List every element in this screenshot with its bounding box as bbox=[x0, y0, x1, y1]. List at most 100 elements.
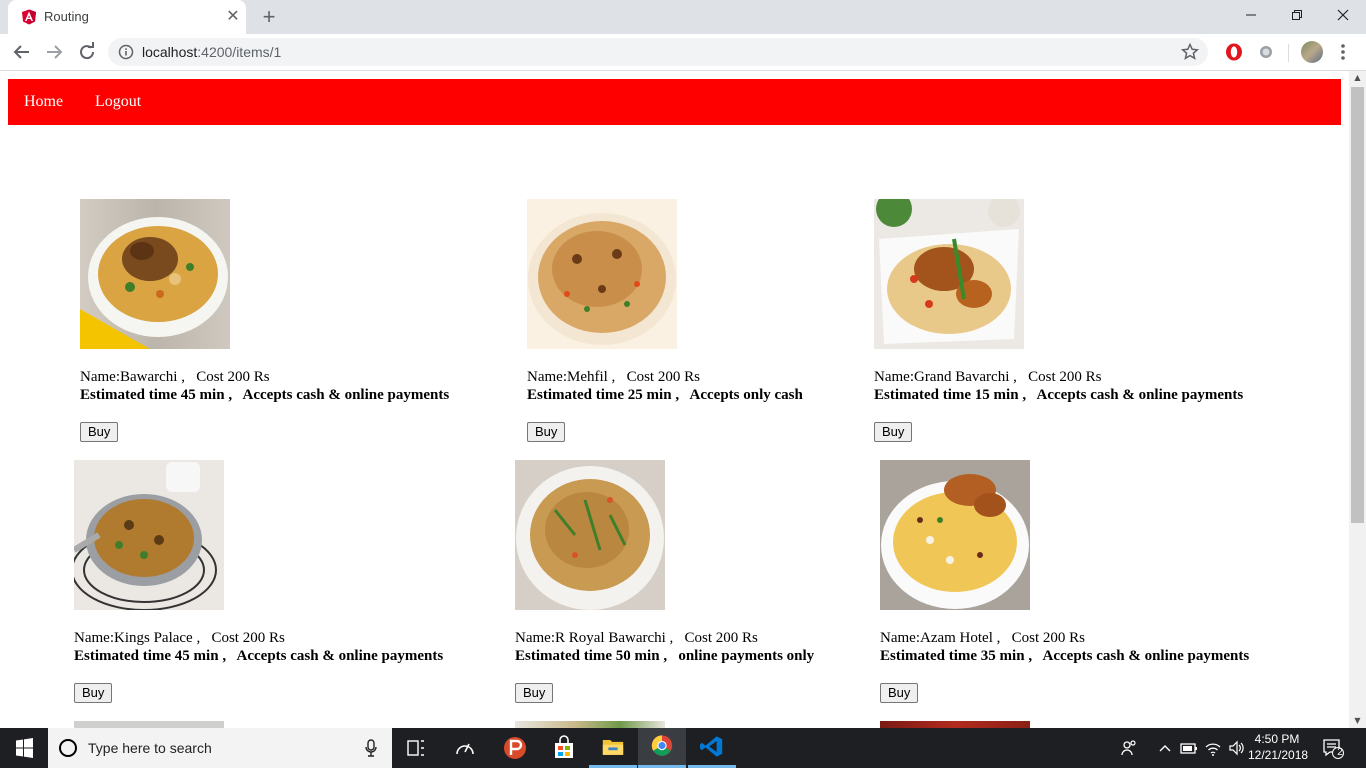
restaurant-cost: Cost 200 Rs bbox=[684, 630, 758, 646]
notification-count: 2 bbox=[1337, 747, 1343, 758]
url-text[interactable]: localhost:4200/items/1 bbox=[142, 44, 281, 60]
payment-info: Accepts cash & online payments bbox=[242, 387, 450, 403]
restaurant-name: Name:Azam Hotel , bbox=[880, 630, 1001, 646]
chevron-up-icon[interactable] bbox=[1156, 738, 1174, 758]
estimated-time: Estimated time 35 min , bbox=[880, 648, 1033, 664]
clock-date: 12/21/2018 bbox=[1248, 748, 1309, 762]
buy-button[interactable]: Buy bbox=[880, 683, 919, 703]
restaurant-name-cost: Name:Azam Hotel , Cost 200 Rs bbox=[880, 630, 1085, 647]
restaurant-name-cost: Name:Mehfil , Cost 200 Rs bbox=[527, 369, 700, 386]
toolbar-divider bbox=[1288, 44, 1289, 62]
food-image bbox=[74, 460, 224, 610]
tab-strip: Routing ✕ + bbox=[0, 0, 1366, 34]
nav-logout-link[interactable]: Logout bbox=[95, 93, 141, 111]
avatar[interactable] bbox=[1301, 41, 1323, 63]
buy-button[interactable]: Buy bbox=[80, 422, 119, 442]
search-placeholder: Type here to search bbox=[88, 740, 212, 756]
restaurant-name: Name:Kings Palace , bbox=[74, 630, 201, 646]
taskbar-clock[interactable]: 4:50 PM 12/21/2018 bbox=[1248, 731, 1309, 763]
speedometer-icon[interactable] bbox=[441, 728, 489, 768]
food-image-partial bbox=[74, 721, 224, 728]
restaurant-time-payment: Estimated time 35 min , Accepts cash & o… bbox=[880, 648, 1249, 665]
restore-button[interactable] bbox=[1274, 0, 1320, 32]
extension-icon[interactable] bbox=[1256, 42, 1276, 62]
restaurant-card: Name:Bawarchi , Cost 200 Rs Estimated ti… bbox=[80, 199, 510, 449]
payment-info: Accepts cash & online payments bbox=[236, 648, 444, 664]
payment-info: Accepts only cash bbox=[689, 387, 803, 403]
estimated-time: Estimated time 50 min , bbox=[515, 648, 668, 664]
browser-toolbar: localhost:4200/items/1 bbox=[0, 34, 1366, 71]
volume-icon[interactable] bbox=[1228, 738, 1246, 758]
wifi-icon[interactable] bbox=[1204, 738, 1222, 758]
angular-icon bbox=[22, 9, 36, 25]
estimated-time: Estimated time 45 min , bbox=[80, 387, 233, 403]
food-image bbox=[880, 460, 1030, 610]
estimated-time: Estimated time 25 min , bbox=[527, 387, 680, 403]
vscode-icon[interactable] bbox=[688, 728, 736, 768]
buy-button[interactable]: Buy bbox=[874, 422, 913, 442]
restaurant-cost: Cost 200 Rs bbox=[626, 369, 700, 385]
info-icon[interactable] bbox=[118, 44, 134, 60]
restaurant-time-payment: Estimated time 15 min , Accepts cash & o… bbox=[874, 387, 1243, 404]
food-image-partial bbox=[880, 721, 1030, 728]
windows-start-icon[interactable] bbox=[0, 728, 48, 768]
star-icon[interactable] bbox=[1180, 42, 1200, 62]
url-path: :4200/items/1 bbox=[197, 44, 282, 60]
minimize-button[interactable] bbox=[1228, 0, 1274, 32]
microphone-icon[interactable] bbox=[364, 739, 378, 757]
plus-icon[interactable]: + bbox=[258, 6, 280, 28]
store-icon[interactable] bbox=[540, 728, 588, 768]
app-p-icon[interactable] bbox=[491, 728, 539, 768]
payment-info: online payments only bbox=[678, 648, 815, 664]
taskbar: Type here to search 4:50 PM 12/21/2018 2 bbox=[0, 728, 1366, 768]
food-image bbox=[515, 460, 665, 610]
browser-tab[interactable]: Routing ✕ bbox=[8, 0, 246, 34]
restaurant-time-payment: Estimated time 45 min , Accepts cash & o… bbox=[74, 648, 443, 665]
restaurant-name-cost: Name:R Royal Bawarchi , Cost 200 Rs bbox=[515, 630, 758, 647]
restaurant-name: Name:Bawarchi , bbox=[80, 369, 185, 385]
restaurant-cost: Cost 200 Rs bbox=[1011, 630, 1085, 646]
payment-info: Accepts cash & online payments bbox=[1042, 648, 1250, 664]
buy-button[interactable]: Buy bbox=[527, 422, 566, 442]
file-explorer-icon[interactable] bbox=[589, 728, 637, 768]
restaurant-card: Name:Azam Hotel , Cost 200 Rs Estimated … bbox=[880, 460, 1310, 710]
food-image-partial bbox=[515, 721, 665, 728]
back-arrow-icon[interactable] bbox=[10, 40, 34, 64]
restaurant-name: Name:Mehfil , bbox=[527, 369, 616, 385]
kebab-menu-icon[interactable] bbox=[1336, 40, 1350, 64]
restaurant-card: Name:Kings Palace , Cost 200 Rs Estimate… bbox=[74, 460, 504, 710]
nav-home-link[interactable]: Home bbox=[24, 93, 63, 111]
scroll-down-arrow[interactable]: ▼ bbox=[1349, 714, 1366, 728]
window-close-button[interactable] bbox=[1320, 0, 1366, 32]
buy-button[interactable]: Buy bbox=[515, 683, 554, 703]
food-image bbox=[80, 199, 230, 349]
payment-info: Accepts cash & online payments bbox=[1036, 387, 1244, 403]
restaurant-name-cost: Name:Grand Bavarchi , Cost 200 Rs bbox=[874, 369, 1101, 386]
restaurant-time-payment: Estimated time 45 min , Accepts cash & o… bbox=[80, 387, 449, 404]
estimated-time: Estimated time 45 min , bbox=[74, 648, 227, 664]
clock-time: 4:50 PM bbox=[1254, 732, 1300, 746]
restaurant-card: Name:Grand Bavarchi , Cost 200 Rs Estima… bbox=[874, 199, 1304, 449]
restaurant-cost: Cost 200 Rs bbox=[211, 630, 285, 646]
buy-button[interactable]: Buy bbox=[74, 683, 113, 703]
estimated-time: Estimated time 15 min , bbox=[874, 387, 1027, 403]
battery-icon[interactable] bbox=[1180, 738, 1198, 758]
taskbar-search[interactable]: Type here to search bbox=[48, 728, 392, 768]
restaurant-time-payment: Estimated time 50 min , online payments … bbox=[515, 648, 814, 665]
chrome-icon[interactable] bbox=[638, 728, 686, 768]
close-icon[interactable]: ✕ bbox=[225, 8, 241, 24]
page-scrollbar[interactable]: ▲ ▼ bbox=[1349, 71, 1366, 728]
forward-arrow-icon[interactable] bbox=[42, 40, 66, 64]
search-icon bbox=[59, 739, 77, 757]
scroll-up-arrow[interactable]: ▲ bbox=[1349, 71, 1366, 85]
restaurant-time-payment: Estimated time 25 min , Accepts only cas… bbox=[527, 387, 803, 404]
restaurant-name-cost: Name:Bawarchi , Cost 200 Rs bbox=[80, 369, 270, 386]
opera-icon[interactable] bbox=[1224, 42, 1244, 62]
people-icon[interactable] bbox=[1120, 738, 1138, 758]
restaurant-cost: Cost 200 Rs bbox=[196, 369, 270, 385]
address-bar[interactable]: localhost:4200/items/1 bbox=[108, 38, 1208, 66]
scroll-thumb[interactable] bbox=[1351, 87, 1364, 523]
reload-icon[interactable] bbox=[75, 40, 99, 64]
restaurant-name: Name:Grand Bavarchi , bbox=[874, 369, 1017, 385]
task-view-icon[interactable] bbox=[392, 728, 440, 768]
